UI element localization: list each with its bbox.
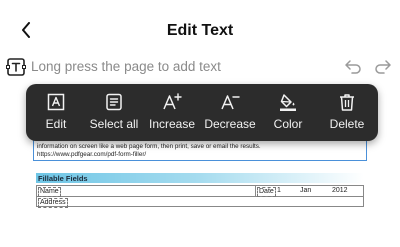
color-fill-icon	[278, 92, 298, 112]
color-button[interactable]: Color	[266, 84, 310, 141]
form-table: Name Date 1 Jan 2012 Address	[36, 184, 364, 208]
form-row-name	[36, 185, 364, 196]
hint-text: Long press the page to add text	[31, 59, 221, 74]
edit-text-icon	[46, 92, 66, 112]
decrease-font-icon	[220, 92, 240, 112]
increase-font-button[interactable]: Increase	[146, 84, 198, 141]
header: Edit Text	[0, 0, 400, 54]
select-all-icon	[104, 92, 124, 112]
toolbar-label: Increase	[148, 117, 196, 131]
form-row-address	[36, 196, 364, 207]
edit-button[interactable]: Edit	[36, 84, 76, 141]
text-tool-icon[interactable]	[6, 57, 26, 77]
section-title: Fillable Fields	[38, 174, 88, 183]
toolbar-label: Decrease	[204, 117, 256, 131]
date-month[interactable]: Jan	[300, 187, 311, 195]
page-title: Edit Text	[166, 22, 234, 39]
trash-icon	[337, 92, 357, 112]
decrease-font-button[interactable]: Decrease	[202, 84, 258, 141]
date-year[interactable]: 2012	[332, 187, 348, 195]
undo-icon	[345, 60, 361, 74]
address-label[interactable]: Address	[38, 198, 68, 208]
text-line-url: https://www.pdfgear.com/pdf-form-filler/	[37, 151, 147, 158]
table-divider	[255, 185, 256, 196]
delete-button[interactable]: Delete	[324, 84, 370, 141]
toolbar-label: Edit	[45, 117, 67, 131]
text-line: information on screen like a web page fo…	[37, 143, 261, 150]
toolbar-label: Color	[273, 117, 303, 131]
date-day[interactable]: 1	[277, 187, 281, 195]
redo-icon	[375, 60, 391, 74]
increase-font-icon	[162, 92, 182, 112]
toolbar-label: Delete	[329, 117, 365, 131]
text-edit-toolbar: Edit Select all Increase Decrease Color …	[26, 84, 378, 141]
undo-button[interactable]	[344, 59, 362, 75]
select-all-button[interactable]: Select all	[84, 84, 144, 141]
name-label[interactable]: Name	[38, 187, 61, 197]
toolbar-label: Select all	[89, 117, 139, 131]
date-label[interactable]: Date	[257, 187, 276, 197]
redo-button[interactable]	[374, 59, 392, 75]
hint-bar: Long press the page to add text	[0, 54, 400, 80]
table-border	[36, 185, 37, 207]
table-border	[363, 185, 364, 207]
